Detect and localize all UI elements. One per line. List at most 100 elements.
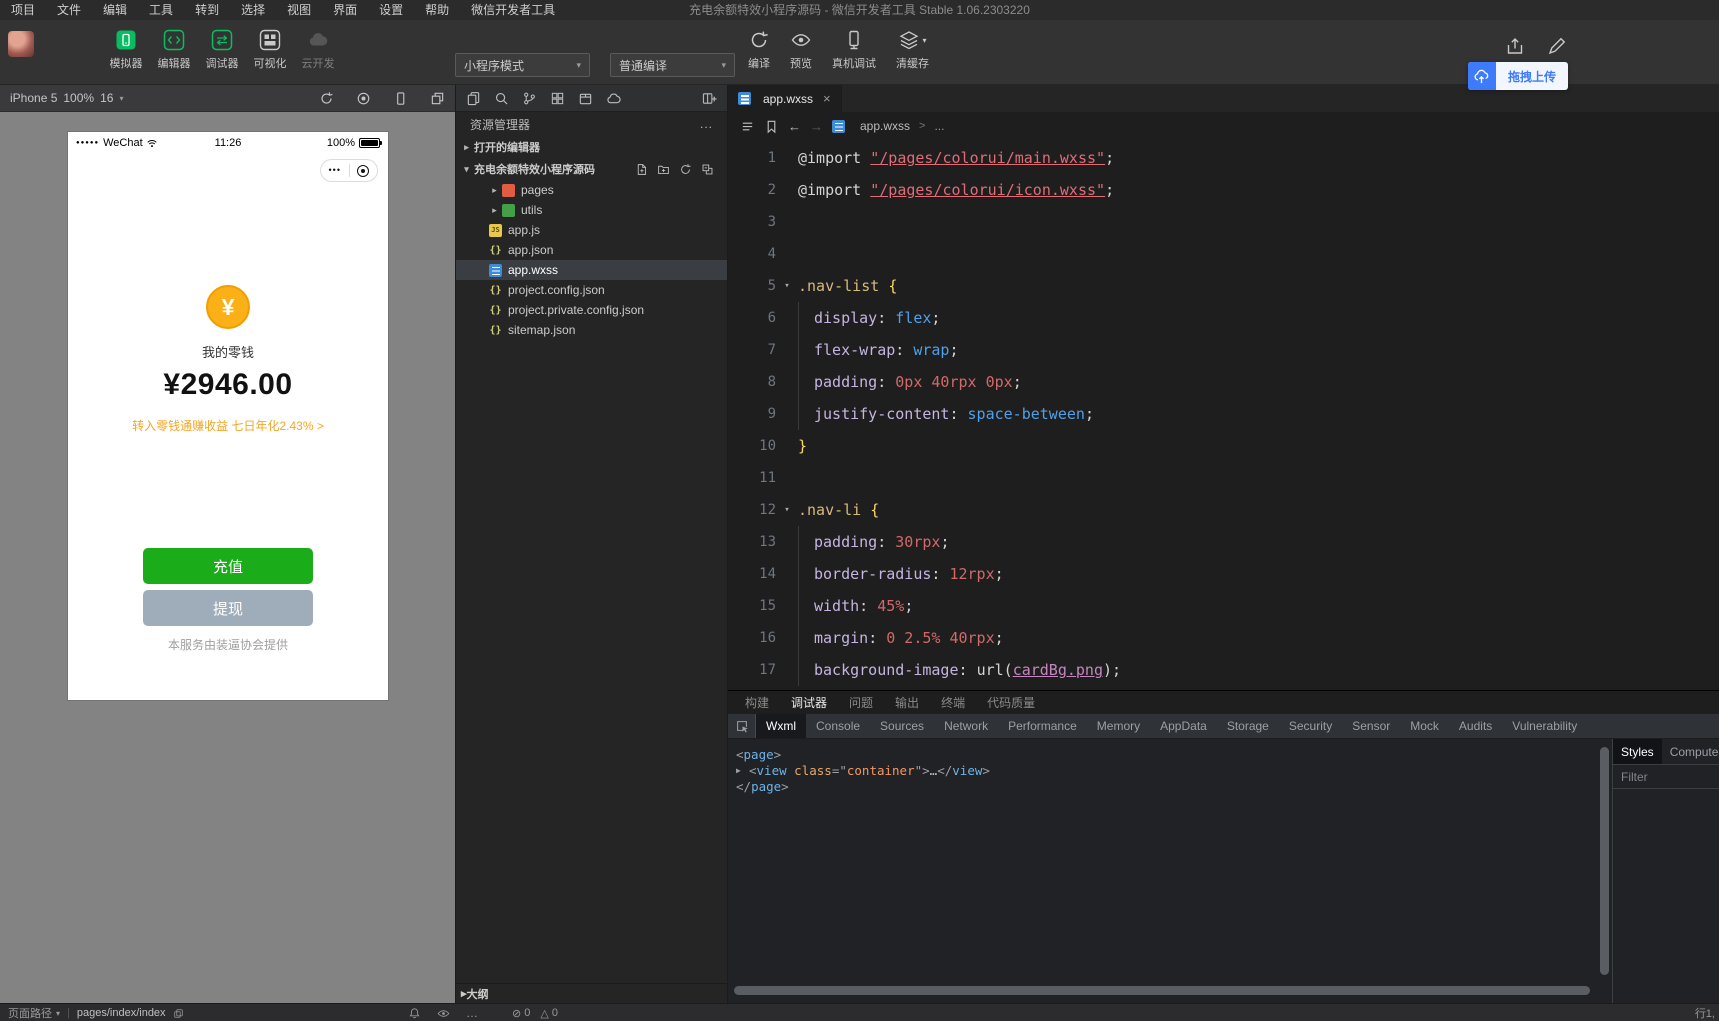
new-folder-icon[interactable] <box>657 163 670 176</box>
debugger-tab-构建[interactable]: 构建 <box>745 694 769 711</box>
toolbar-action-清缓存[interactable]: ▾ 清缓存 <box>888 29 937 71</box>
menu-item-项目[interactable]: 项目 <box>0 0 46 20</box>
devtools-tab-Sources[interactable]: Sources <box>870 714 934 738</box>
devtools-tab-Sensor[interactable]: Sensor <box>1342 714 1400 738</box>
devtools-tab-Performance[interactable]: Performance <box>998 714 1087 738</box>
code-line[interactable]: 6 display: flex; <box>728 302 1719 334</box>
grid-icon[interactable] <box>550 91 565 106</box>
tree-item-app.js[interactable]: JS app.js <box>456 220 727 240</box>
project-root-section[interactable]: ▾ 充电余额特效小程序源码 <box>456 158 727 180</box>
forward-arrow-icon[interactable]: → <box>810 119 823 134</box>
promo-link[interactable]: 转入零钱通赚收益 七日年化2.43% > <box>68 417 388 434</box>
code-line[interactable]: 13 padding: 30rpx; <box>728 526 1719 558</box>
expand-arrow-icon[interactable]: ▶ <box>736 763 749 779</box>
eye-icon[interactable] <box>437 1007 450 1020</box>
tab-app-wxss[interactable]: app.wxss × <box>728 85 842 112</box>
debugger-tab-问题[interactable]: 问题 <box>849 694 873 711</box>
device-icon[interactable] <box>393 91 408 106</box>
devtools-tab-Console[interactable]: Console <box>806 714 870 738</box>
devtools-tab-Vulnerability[interactable]: Vulnerability <box>1502 714 1587 738</box>
code-line[interactable]: 12 ▾ .nav-li { <box>728 494 1719 526</box>
toolbar-button-调试器[interactable]: 调试器 <box>199 29 245 71</box>
new-file-icon[interactable] <box>635 163 648 176</box>
code-line[interactable]: 8 padding: 0px 40rpx 0px; <box>728 366 1719 398</box>
code-line[interactable]: 10} <box>728 430 1719 462</box>
toolbar-action-真机调试[interactable]: 真机调试 <box>824 29 884 71</box>
toolbar-button-可视化[interactable]: 可视化 <box>247 29 293 71</box>
code-line[interactable]: 5 ▾ .nav-list { <box>728 270 1719 302</box>
more-tools-icon[interactable] <box>1547 36 1567 56</box>
breadcrumb-file[interactable]: app.wxss <box>860 119 910 133</box>
collapse-all-icon[interactable] <box>701 163 714 176</box>
menu-item-界面[interactable]: 界面 <box>322 0 368 20</box>
vertical-scrollbar[interactable] <box>1600 747 1609 975</box>
withdraw-button[interactable]: 提现 <box>143 590 313 626</box>
device-selector[interactable]: iPhone 5 100% 16 ▾ <box>10 91 123 105</box>
styles-filter[interactable]: Filter <box>1613 765 1719 789</box>
menu-item-设置[interactable]: 设置 <box>368 0 414 20</box>
files-icon[interactable] <box>466 91 481 106</box>
package-icon[interactable] <box>578 91 593 106</box>
tree-item-project.config.json[interactable]: {} project.config.json <box>456 280 727 300</box>
wxml-node[interactable]: < page > <box>736 747 1604 763</box>
drag-upload-badge[interactable]: 拖拽上传 <box>1467 62 1568 90</box>
devtools-tab-Network[interactable]: Network <box>934 714 998 738</box>
avatar[interactable] <box>8 31 34 57</box>
code-line[interactable]: 2 @import "/pages/colorui/icon.wxss"; <box>728 174 1719 206</box>
code-line[interactable]: 1 @import "/pages/colorui/main.wxss"; <box>728 142 1719 174</box>
menu-item-视图[interactable]: 视图 <box>276 0 322 20</box>
screenshot-icon[interactable] <box>356 91 371 106</box>
copy-path-icon[interactable] <box>173 1008 184 1019</box>
bell-icon[interactable] <box>408 1007 421 1020</box>
back-arrow-icon[interactable]: ← <box>788 119 801 134</box>
compile-mode-select[interactable]: 普通编译 ▾ <box>610 53 735 77</box>
toolbar-action-预览[interactable]: 预览 <box>782 29 820 71</box>
debugger-tab-代码质量[interactable]: 代码质量 <box>987 694 1035 711</box>
code-line[interactable]: 4 <box>728 238 1719 270</box>
breadcrumb-more[interactable]: ... <box>934 119 944 133</box>
tree-item-utils[interactable]: ▸ utils <box>456 200 727 220</box>
code-line[interactable]: 15 width: 45%; <box>728 590 1719 622</box>
rotate-icon[interactable] <box>319 91 334 106</box>
menu-item-选择[interactable]: 选择 <box>230 0 276 20</box>
code-line[interactable]: 14 border-radius: 12rpx; <box>728 558 1719 590</box>
capsule-menu[interactable]: ••• <box>320 159 378 182</box>
tree-item-app.json[interactable]: {} app.json <box>456 240 727 260</box>
debugger-tab-输出[interactable]: 输出 <box>895 694 919 711</box>
toolbar-button-编辑器[interactable]: 编辑器 <box>151 29 197 71</box>
explorer-more-button[interactable]: ... <box>700 117 713 131</box>
recharge-button[interactable]: 充值 <box>143 548 313 584</box>
tree-item-project.private.config.json[interactable]: {} project.private.config.json <box>456 300 727 320</box>
debugger-tab-调试器[interactable]: 调试器 <box>791 694 827 711</box>
toolbar-button-模拟器[interactable]: 模拟器 <box>103 29 149 71</box>
menu-item-帮助[interactable]: 帮助 <box>414 0 460 20</box>
menu-item-微信开发者工具[interactable]: 微信开发者工具 <box>460 0 566 20</box>
devtools-tab-Wxml[interactable]: Wxml <box>756 714 806 738</box>
code-line[interactable]: 17 background-image: url(cardBg.png); <box>728 654 1719 686</box>
code-line[interactable]: 16 margin: 0 2.5% 40rpx; <box>728 622 1719 654</box>
error-count[interactable]: ⊘ 0 <box>512 1007 530 1020</box>
devtools-tab-Audits[interactable]: Audits <box>1449 714 1502 738</box>
capsule-close-icon[interactable] <box>350 165 378 177</box>
code-line[interactable]: 9 justify-content: space-between; <box>728 398 1719 430</box>
toolbar-button-云开发[interactable]: 云开发 <box>295 29 341 71</box>
source-control-icon[interactable] <box>522 91 537 106</box>
devtools-tab-AppData[interactable]: AppData <box>1150 714 1217 738</box>
menu-item-转到[interactable]: 转到 <box>184 0 230 20</box>
more-icon[interactable]: … <box>466 1006 479 1020</box>
inspect-element-icon[interactable] <box>728 714 756 738</box>
code-line[interactable]: 11 <box>728 462 1719 494</box>
wxml-node[interactable]: ▶ < view class =" container ">… </view > <box>736 763 1604 779</box>
tree-item-pages[interactable]: ▸ pages <box>456 180 727 200</box>
styles-tab-Styles[interactable]: Styles <box>1613 739 1662 764</box>
mode-select[interactable]: 小程序模式 ▾ <box>455 53 590 77</box>
toolbar-action-编译[interactable]: 编译 <box>740 29 778 71</box>
tree-item-app.wxss[interactable]: app.wxss <box>456 260 727 280</box>
capsule-more-icon[interactable]: ••• <box>321 159 349 182</box>
upload-icon[interactable] <box>1505 36 1525 56</box>
menu-item-工具[interactable]: 工具 <box>138 0 184 20</box>
multi-window-icon[interactable] <box>430 91 445 106</box>
styles-tab-Computed[interactable]: Computed <box>1662 739 1719 764</box>
debugger-tab-终端[interactable]: 终端 <box>941 694 965 711</box>
menu-item-编辑[interactable]: 编辑 <box>92 0 138 20</box>
